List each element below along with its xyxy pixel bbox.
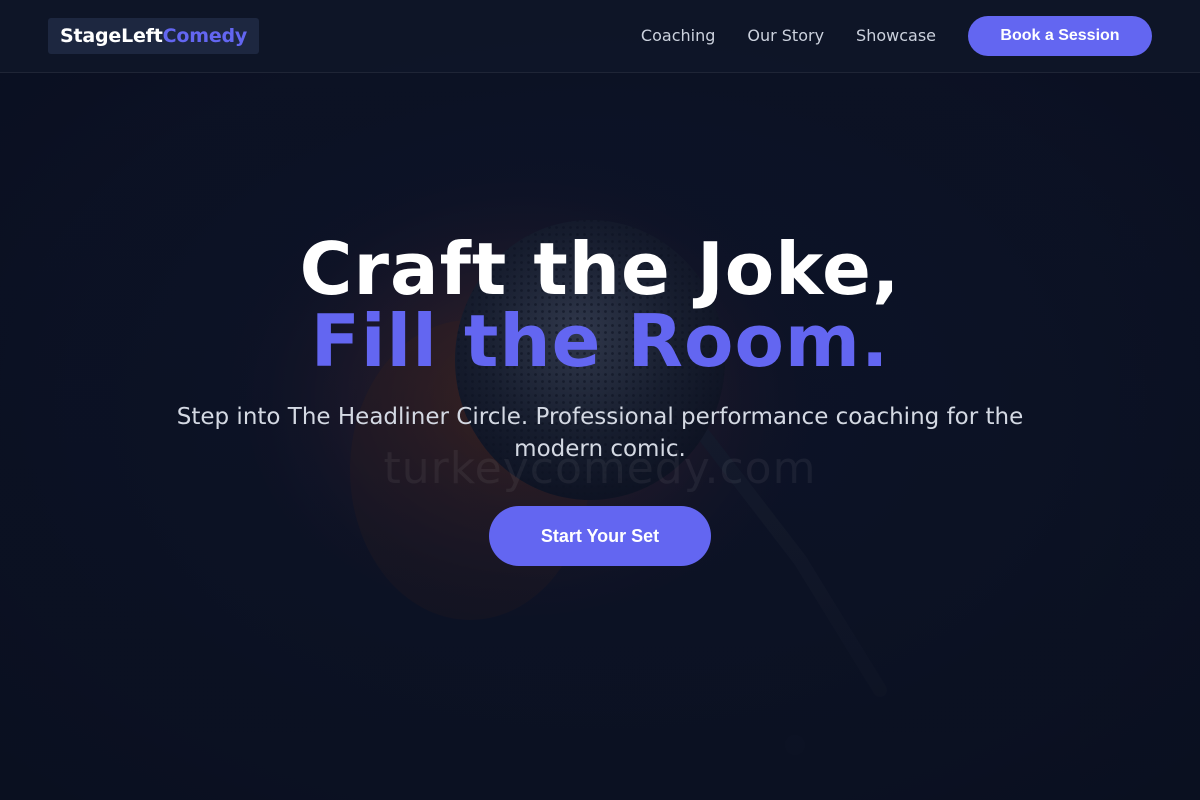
headline-line-1: Craft the Joke,: [299, 227, 901, 311]
main-nav: Coaching Our Story Showcase: [641, 0, 936, 71]
nav-link-showcase[interactable]: Showcase: [856, 26, 936, 45]
nav-link-coaching[interactable]: Coaching: [641, 26, 715, 45]
site-logo[interactable]: StageLeft Comedy: [48, 18, 260, 54]
nav-link-our-story[interactable]: Our Story: [747, 26, 824, 45]
landing-page: StageLeft Comedy Coaching Our Story Showc…: [0, 0, 1200, 800]
headline-line-2: Fill the Room.: [310, 299, 890, 383]
hero-subtitle: Step into The Headliner Circle. Professi…: [176, 404, 1024, 462]
site-header: StageLeft Comedy Coaching Our Story Showc…: [0, 0, 1200, 73]
logo-text-accent: Comedy: [162, 25, 248, 47]
hero-section: turkeycomedy.com Craft the Joke, Fill th…: [0, 73, 1200, 800]
hero-headline: Craft the Joke, Fill the Room.: [0, 233, 1200, 377]
book-session-button[interactable]: Book a Session: [968, 16, 1152, 56]
logo-text-primary: StageLeft: [60, 25, 163, 47]
start-your-set-button[interactable]: Start Your Set: [489, 506, 711, 566]
